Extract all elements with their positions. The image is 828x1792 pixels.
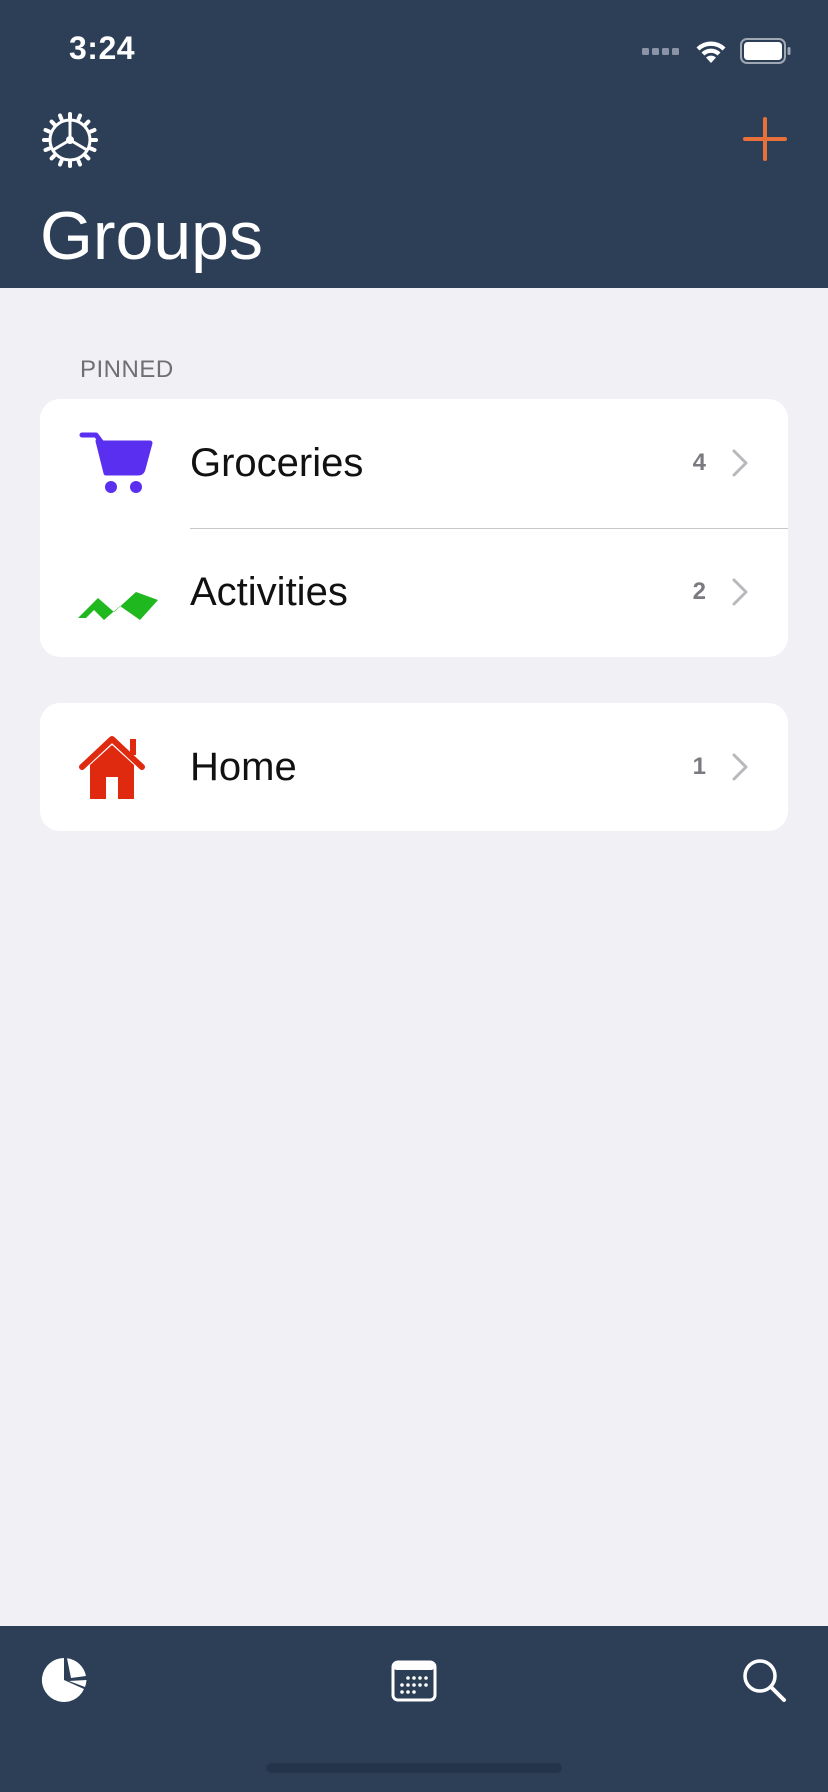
group-count: 2 — [692, 578, 706, 605]
tab-calendar[interactable] — [390, 1656, 438, 1704]
groups-card: Home 1 — [40, 703, 788, 831]
cellular-signal-icon — [642, 48, 679, 55]
status-indicators — [642, 36, 792, 66]
battery-icon — [740, 38, 791, 64]
home-indicator — [266, 1763, 562, 1773]
group-row-home[interactable]: Home 1 — [40, 703, 788, 831]
calendar-icon — [391, 1660, 437, 1702]
status-time: 3:24 — [69, 30, 136, 66]
search-icon — [743, 1659, 786, 1702]
app-screen: 3:24 Groups PINNED Groceries 4 Activitie… — [0, 0, 828, 1792]
activity-wave-icon — [78, 592, 158, 620]
plus-icon — [743, 117, 787, 161]
tab-search[interactable] — [740, 1656, 788, 1704]
tab-statistics[interactable] — [40, 1656, 88, 1704]
house-icon — [79, 736, 145, 799]
group-icon-container — [76, 558, 160, 626]
page-title: Groups — [40, 198, 263, 274]
chevron-right-icon — [732, 449, 748, 477]
group-icon-container — [76, 429, 160, 497]
pinned-groups-card: Groceries 4 Activities 2 — [40, 399, 788, 657]
group-row-activities[interactable]: Activities 2 — [40, 528, 788, 656]
chevron-right-icon — [732, 753, 748, 781]
group-row-groceries[interactable]: Groceries 4 — [40, 399, 788, 528]
group-name: Groceries — [190, 441, 364, 485]
shopping-cart-icon — [79, 432, 153, 493]
group-name: Activities — [190, 570, 348, 614]
group-count: 1 — [692, 753, 706, 780]
settings-button[interactable] — [40, 110, 100, 170]
settings-gear-icon — [42, 112, 98, 168]
section-header-pinned: PINNED — [80, 356, 174, 383]
group-count: 4 — [692, 449, 706, 476]
pie-chart-icon — [41, 1657, 87, 1702]
navigation-header: 3:24 Groups — [0, 0, 828, 288]
add-group-button[interactable] — [742, 116, 788, 162]
wifi-icon — [696, 41, 726, 63]
chevron-right-icon — [732, 578, 748, 606]
group-name: Home — [190, 745, 297, 789]
group-icon-container — [76, 733, 160, 801]
